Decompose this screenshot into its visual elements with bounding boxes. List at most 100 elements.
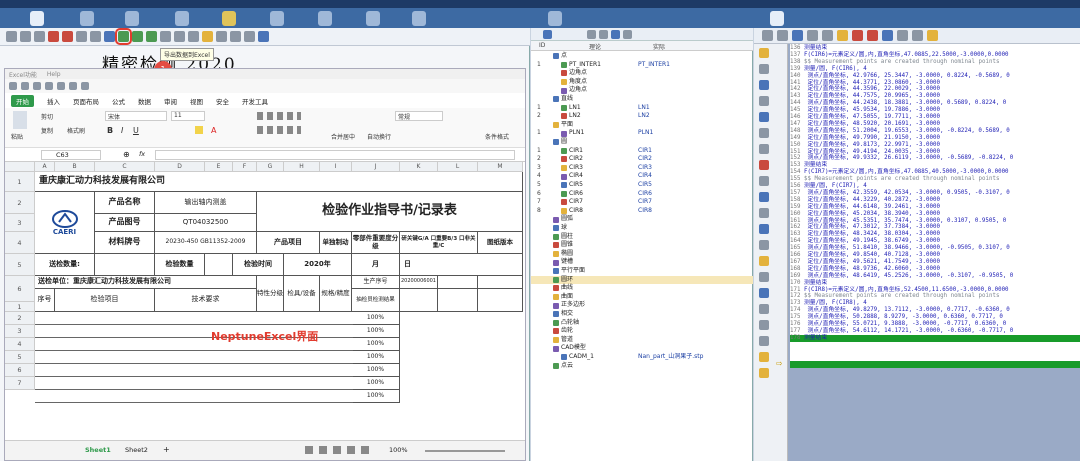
code-line[interactable]: 139 测量/圆, F(CIR6), 4	[790, 66, 1080, 73]
prod-seq-value[interactable]: 20200006001	[400, 276, 438, 289]
tree-item[interactable]: 3 CIR3 CIR3	[531, 164, 753, 173]
code-line[interactable]: 138 $$ Measurement points are created thr…	[790, 59, 1080, 66]
percent-cell-3[interactable]: 100%	[352, 338, 400, 351]
format-painter-button[interactable]: 格式刷	[67, 126, 85, 135]
code-line[interactable]: 176 测点/直角坐标, 55.0721, 9.3888, -3.0000, -…	[790, 321, 1080, 328]
col-header-i[interactable]: I	[320, 162, 352, 172]
tab-tools-icon[interactable]	[318, 11, 332, 26]
col-id[interactable]: ID	[539, 42, 545, 49]
save-icon[interactable]	[34, 31, 45, 42]
col-actual[interactable]: 实际	[653, 42, 665, 51]
spreadsheet-grid[interactable]: A B C D E F G H I J K L M 1 2 3 4 5 6 1 …	[5, 162, 523, 439]
side-tool-7-icon[interactable]	[759, 144, 769, 154]
tree-item[interactable]: 1 CIR1 CIR1	[531, 147, 753, 156]
tree-item[interactable]: 平行平面	[531, 267, 753, 276]
tab-file-icon[interactable]	[80, 11, 94, 26]
tree-item[interactable]: 圆弧	[531, 215, 753, 224]
logo-cell[interactable]: CAERI	[35, 192, 95, 254]
prod-seq-header[interactable]: 生产序号	[352, 276, 400, 289]
tree-item[interactable]: 键槽	[531, 258, 753, 267]
tree-item[interactable]: 相交	[531, 310, 753, 319]
qa-save-icon[interactable]	[33, 82, 41, 90]
row-header-r4[interactable]: 4	[5, 338, 35, 351]
row-header-1[interactable]: 1	[5, 172, 35, 192]
stop-icon[interactable]	[852, 30, 863, 41]
qa-undo-icon[interactable]	[69, 82, 77, 90]
number-format-select[interactable]: 常规	[395, 111, 443, 121]
inspect-qty-label[interactable]: 检验数量	[155, 254, 205, 276]
row-header-2[interactable]: 2	[5, 192, 35, 214]
code-line[interactable]: 160 定位/直角坐标, 45.2034, 38.3940, -3.0000	[790, 211, 1080, 218]
col-header-d[interactable]: D	[155, 162, 205, 172]
blank-cell-m7[interactable]	[478, 289, 523, 312]
tree-item[interactable]: 边角点	[531, 69, 753, 78]
side-tool-15-icon[interactable]	[759, 272, 769, 282]
percent-cell-5[interactable]: 100%	[352, 364, 400, 377]
blank-cell-l6[interactable]	[438, 276, 478, 289]
side-tool-9-icon[interactable]	[759, 176, 769, 186]
code-line[interactable]: 169 测点/直角坐标, 48.6419, 45.2526, -3.0000, …	[790, 273, 1080, 280]
tab-data[interactable]: 数据	[138, 96, 151, 106]
cut-button[interactable]: 剪切	[41, 112, 53, 121]
filter-icon[interactable]	[587, 30, 596, 39]
col-header-g[interactable]: G	[257, 162, 284, 172]
code-line[interactable]: 171 F(CIR8)=元素定义/圆,内,直角坐标,52.4500,11.6500…	[790, 287, 1080, 294]
tree-item[interactable]: 4 CIR4 CIR4	[531, 172, 753, 181]
qa-preview-icon[interactable]	[57, 82, 65, 90]
tab-security[interactable]: 安全	[216, 96, 229, 106]
tree-item[interactable]: 球	[531, 224, 753, 233]
menu-help[interactable]: Help	[47, 71, 61, 78]
new-icon[interactable]	[6, 31, 17, 42]
refresh-icon[interactable]	[104, 31, 115, 42]
blank-cell-k7[interactable]	[400, 289, 438, 312]
sort-program-icon[interactable]	[897, 30, 908, 41]
code-line[interactable]: 178 测量结束	[790, 334, 1080, 342]
tab-developer[interactable]: 开发工具	[242, 96, 268, 106]
paste-icon[interactable]	[822, 30, 833, 41]
code-line[interactable]: 170 测量结束	[790, 280, 1080, 287]
options-icon[interactable]	[244, 31, 255, 42]
side-tool-3-icon[interactable]	[759, 80, 769, 90]
tab-cloud-icon[interactable]	[366, 11, 380, 26]
tree-item[interactable]: CADM_1 Nan_part_山洞果子.stp	[531, 353, 753, 362]
side-tool-5-icon[interactable]	[759, 112, 769, 122]
wrap-text-button[interactable]: 自动换行	[367, 132, 391, 141]
col-theory[interactable]: 理论	[589, 42, 601, 51]
list-icon[interactable]	[792, 30, 803, 41]
layout-icon[interactable]	[216, 31, 227, 42]
add-sheet-button[interactable]: +	[163, 445, 170, 454]
product-name-value[interactable]: 输出轴内测盖	[155, 192, 257, 214]
code-line[interactable]: 157 测点/直角坐标, 42.3559, 42.0534, -3.0000, …	[790, 190, 1080, 197]
side-tool-6-icon[interactable]	[759, 128, 769, 138]
drawing-version-label[interactable]: 图纸版本	[478, 232, 523, 254]
grid-icon[interactable]	[258, 31, 269, 42]
delete-all-icon[interactable]	[62, 31, 73, 42]
side-tool-10-icon[interactable]	[759, 192, 769, 202]
tree-item[interactable]: 圆环	[531, 275, 753, 285]
open-icon[interactable]	[20, 31, 31, 42]
zoom-slider[interactable]	[425, 450, 505, 452]
code-line[interactable]: 150 定位/直角坐标, 49.8173, 22.9971, -3.0000	[790, 142, 1080, 149]
col-header-e[interactable]: E	[205, 162, 233, 172]
side-tool-17-icon[interactable]	[759, 304, 769, 314]
side-tool-14-icon[interactable]	[759, 256, 769, 266]
row-header-r1[interactable]: 1	[5, 302, 35, 312]
side-tool-8-icon[interactable]	[759, 160, 769, 170]
row-header-6[interactable]: 6	[5, 276, 35, 302]
underline-icon[interactable]: U	[133, 126, 139, 135]
inspect-qty-value[interactable]	[205, 254, 233, 276]
percent-cell-4[interactable]: 100%	[352, 351, 400, 364]
collapse-icon[interactable]	[623, 30, 632, 39]
qty-value[interactable]	[95, 254, 155, 276]
tree-item[interactable]: 直线	[531, 95, 753, 104]
conditional-format-button[interactable]: 条件格式	[485, 132, 509, 141]
tree-item[interactable]: 5 CIR5 CIR5	[531, 181, 753, 190]
upload-icon[interactable]	[146, 31, 157, 42]
table-icon[interactable]	[76, 31, 87, 42]
inspect-time-label[interactable]: 检验时间	[233, 254, 284, 276]
tab-edit-icon[interactable]	[125, 11, 139, 26]
side-tool-19-icon[interactable]	[759, 336, 769, 346]
tree-item[interactable]: 凸轮轴	[531, 319, 753, 328]
save-program-icon[interactable]	[777, 30, 788, 41]
export-excel-icon[interactable]	[115, 28, 132, 45]
